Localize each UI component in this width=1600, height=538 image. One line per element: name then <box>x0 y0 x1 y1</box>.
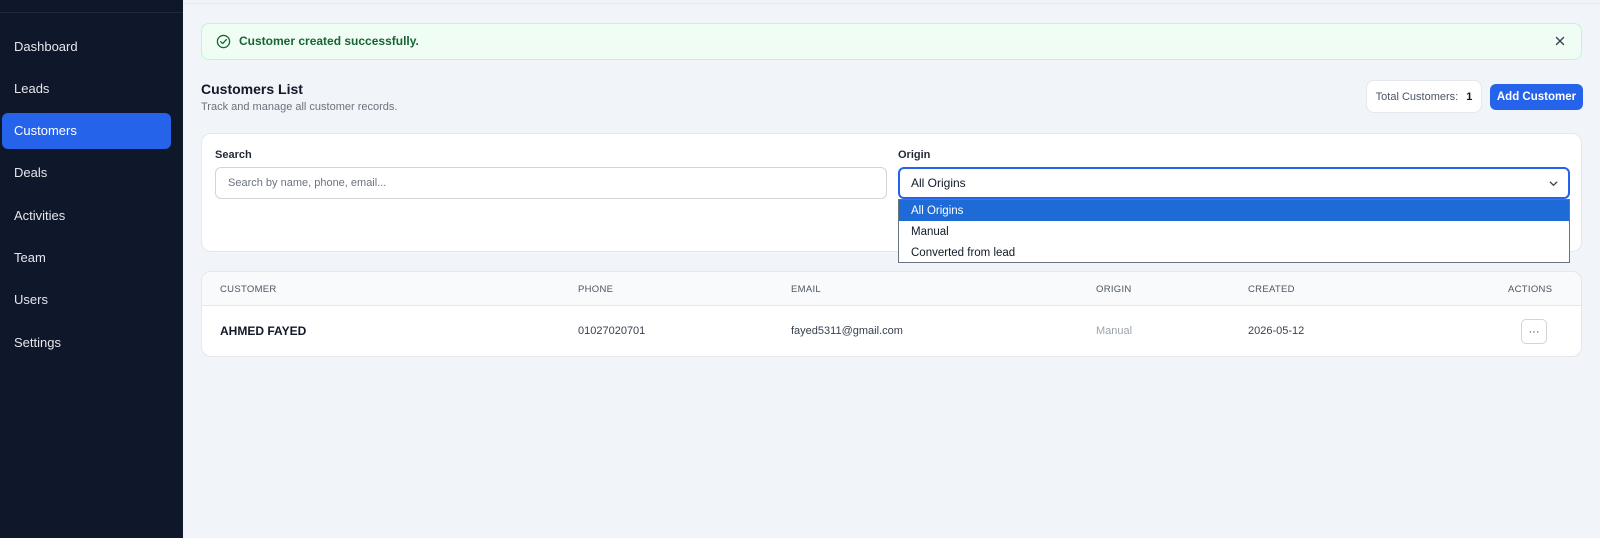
customers-table: CUSTOMER PHONE EMAIL ORIGIN CREATED ACTI… <box>201 271 1582 357</box>
chevron-down-icon <box>1549 181 1558 186</box>
top-divider <box>183 3 1600 4</box>
customer-email: fayed5311@gmail.com <box>791 325 903 337</box>
sidebar: Dashboard Leads Customers Deals Activiti… <box>0 0 183 538</box>
page-subtitle: Track and manage all customer records. <box>201 101 398 113</box>
sidebar-item-settings[interactable]: Settings <box>2 324 171 360</box>
sidebar-nav: Dashboard Leads Customers Deals Activiti… <box>2 28 171 366</box>
customer-name[interactable]: AHMED FAYED <box>220 324 306 338</box>
origin-select[interactable]: All Origins <box>898 167 1570 199</box>
check-circle-icon <box>216 34 231 49</box>
column-header-email[interactable]: EMAIL <box>791 284 821 295</box>
origin-option-all[interactable]: All Origins <box>899 200 1569 221</box>
sidebar-item-users[interactable]: Users <box>2 282 171 318</box>
sidebar-item-activities[interactable]: Activities <box>2 197 171 233</box>
sidebar-divider <box>0 12 183 13</box>
customer-phone: 01027020701 <box>578 325 646 337</box>
customer-origin: Manual <box>1096 325 1133 337</box>
origin-label: Origin <box>898 149 931 161</box>
search-label: Search <box>215 149 252 161</box>
sidebar-item-team[interactable]: Team <box>2 239 171 275</box>
column-header-actions: ACTIONS <box>1508 284 1553 295</box>
add-customer-button[interactable]: Add Customer <box>1490 84 1583 110</box>
column-header-phone[interactable]: PHONE <box>578 284 613 295</box>
search-input[interactable] <box>215 167 887 199</box>
sidebar-item-dashboard[interactable]: Dashboard <box>2 28 171 64</box>
column-header-origin[interactable]: ORIGIN <box>1096 284 1132 295</box>
sidebar-item-deals[interactable]: Deals <box>2 155 171 191</box>
origin-option-manual[interactable]: Manual <box>899 221 1569 242</box>
close-icon[interactable] <box>1553 34 1567 48</box>
total-customers-label: Total Customers: <box>1375 90 1459 103</box>
column-header-created[interactable]: CREATED <box>1248 284 1295 295</box>
row-actions-button[interactable]: ··· <box>1521 319 1547 344</box>
alert-message: Customer created successfully. <box>239 34 419 48</box>
sidebar-item-customers[interactable]: Customers <box>2 112 171 149</box>
success-alert: Customer created successfully. <box>201 23 1582 60</box>
total-customers-badge: Total Customers: 1 <box>1366 80 1482 113</box>
more-icon: ··· <box>1528 325 1540 338</box>
sidebar-item-leads[interactable]: Leads <box>2 70 171 106</box>
origin-dropdown-list: All Origins Manual Converted from lead <box>898 199 1570 263</box>
total-customers-count: 1 <box>1466 90 1473 103</box>
table-header: CUSTOMER PHONE EMAIL ORIGIN CREATED ACTI… <box>202 272 1581 306</box>
table-row[interactable]: AHMED FAYED 01027020701 fayed5311@gmail.… <box>202 306 1581 356</box>
page-title: Customers List <box>201 81 303 97</box>
column-header-customer[interactable]: CUSTOMER <box>220 284 277 295</box>
customer-created: 2026-05-12 <box>1248 325 1305 337</box>
origin-select-value: All Origins <box>911 176 966 190</box>
main-content: Customer created successfully. Customers… <box>183 0 1600 538</box>
origin-option-converted[interactable]: Converted from lead <box>899 242 1569 263</box>
